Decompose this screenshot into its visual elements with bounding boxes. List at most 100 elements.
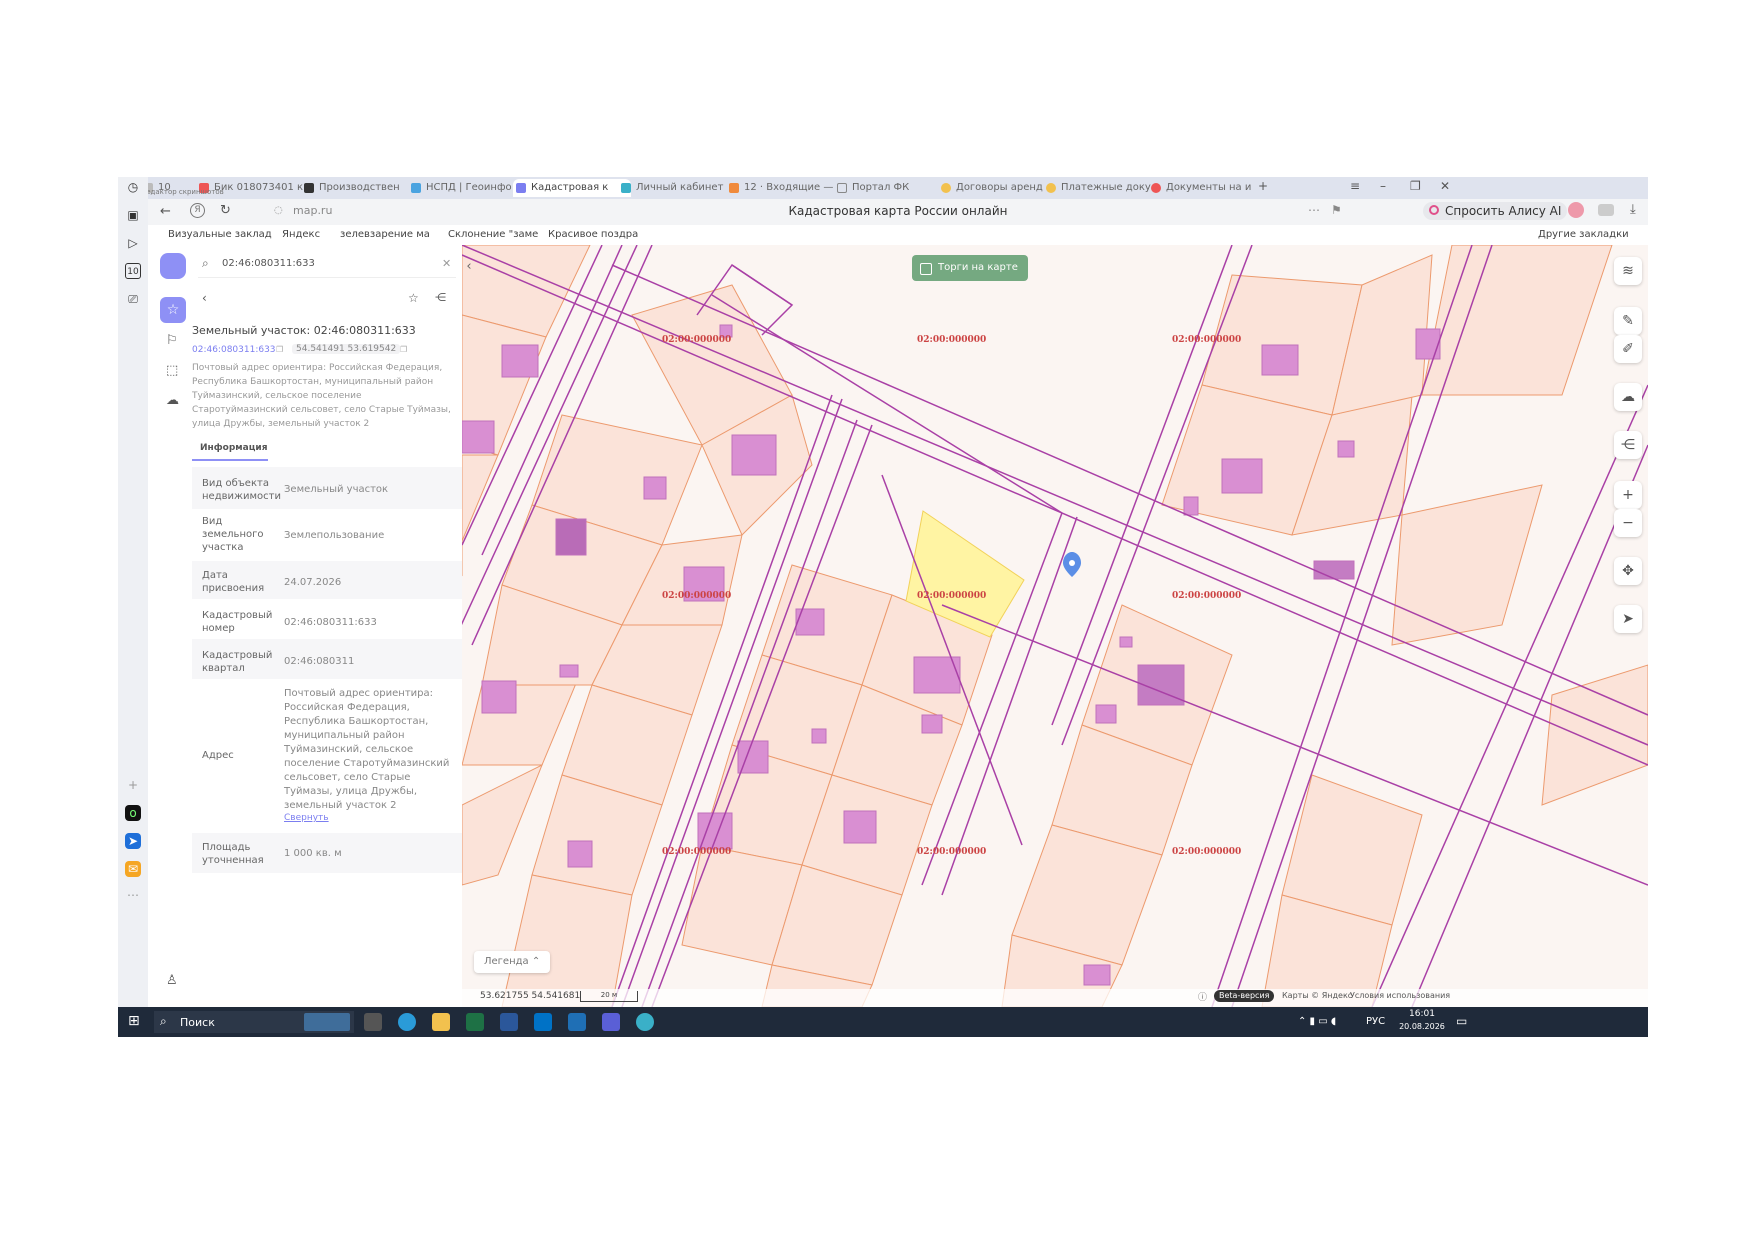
zoom-in-icon[interactable]: + bbox=[1614, 481, 1642, 509]
app-icon bbox=[304, 183, 314, 193]
share-icon[interactable]: ⋲ bbox=[1614, 431, 1642, 459]
layers-icon[interactable]: ≋ bbox=[1614, 257, 1642, 285]
tab-cadastral-map[interactable]: Кадастровая к bbox=[513, 179, 631, 197]
tab-label: Договоры аренд bbox=[956, 182, 1043, 193]
object-title: Земельный участок: 02:46:080311:633 bbox=[192, 324, 416, 337]
profile-icon[interactable] bbox=[1568, 202, 1584, 218]
user-icon[interactable]: ♙ bbox=[166, 973, 178, 988]
browser-tab-bar: 10 Бик 018073401 к Производствен НСПД | … bbox=[118, 177, 1648, 199]
cabinet-icon bbox=[621, 183, 631, 193]
tab-nspd[interactable]: НСПД | Геоинфо bbox=[408, 179, 526, 197]
tab-contracts[interactable]: Договоры аренд bbox=[938, 179, 1056, 197]
back-icon[interactable]: ‹ bbox=[202, 291, 207, 305]
collapse-panel-icon[interactable]: ‹ bbox=[462, 259, 476, 279]
tray-icons[interactable]: ⌃ ▮ ▭ ◖ bbox=[1298, 1016, 1336, 1027]
ruler-icon[interactable]: ✎ bbox=[1614, 307, 1642, 335]
search-input[interactable]: 02:46:080311:633 bbox=[222, 258, 315, 269]
clock-date[interactable]: 20.08.2026 bbox=[1396, 1022, 1448, 1031]
bookmark-visual[interactable]: Визуальные заклад bbox=[168, 229, 272, 240]
collapse-link[interactable]: Свернуть bbox=[284, 813, 329, 823]
clock-time[interactable]: 16:01 bbox=[1400, 1009, 1444, 1019]
minimize-icon[interactable]: – bbox=[1380, 179, 1386, 193]
zoom-out-icon[interactable]: − bbox=[1614, 509, 1642, 537]
language-indicator[interactable]: РУС bbox=[1366, 1016, 1385, 1027]
subtitle: Редактор скриншотов bbox=[142, 188, 224, 196]
locate-icon[interactable]: ➤ bbox=[1614, 605, 1642, 633]
map-icon bbox=[411, 183, 421, 193]
star-icon[interactable]: ☆ bbox=[408, 291, 419, 305]
tab-inbox[interactable]: 12 · Входящие — bbox=[726, 179, 844, 197]
tab-label: НСПД | Геоинфо bbox=[426, 182, 512, 193]
extension-icon[interactable] bbox=[1598, 204, 1614, 216]
download-icon[interactable]: ⤓ bbox=[1630, 202, 1636, 217]
tab-information[interactable]: Информация bbox=[200, 443, 268, 453]
cad-label: 02:00:000000 bbox=[662, 335, 732, 345]
word-icon[interactable] bbox=[500, 1013, 518, 1031]
messenger-icon[interactable]: ➤ bbox=[125, 833, 141, 849]
cad-number-link[interactable]: 02:46:080311:633 bbox=[192, 345, 276, 355]
new-tab-icon[interactable]: + bbox=[1258, 179, 1268, 193]
add-icon[interactable]: + bbox=[125, 777, 141, 793]
screenshot-icon[interactable]: ⎚ bbox=[125, 291, 141, 307]
notifications-icon[interactable]: ▭ bbox=[1456, 1014, 1467, 1028]
bookmark-4[interactable]: Красивое поздра bbox=[548, 229, 638, 240]
explorer-icon[interactable] bbox=[432, 1013, 450, 1031]
copy-icon[interactable]: ❐ bbox=[276, 345, 283, 354]
windows-start-icon[interactable]: ⊞ bbox=[128, 1013, 144, 1029]
calendar-icon[interactable]: 10 bbox=[125, 263, 141, 279]
restore-icon[interactable]: ❐ bbox=[1410, 179, 1421, 193]
menu-icon[interactable]: ≡ bbox=[1350, 179, 1360, 193]
favorites-icon[interactable]: ☆ bbox=[160, 297, 186, 323]
tab-documents[interactable]: Документы на и bbox=[1148, 179, 1266, 197]
tab-label: Портал ФК bbox=[852, 182, 910, 193]
tab-label: Производствен bbox=[319, 182, 400, 193]
cadastral-map[interactable]: 02:00:000000 02:00:000000 02:00:000000 0… bbox=[462, 245, 1648, 1007]
row-value: 24.07.2026 bbox=[284, 577, 342, 588]
edge-icon[interactable] bbox=[398, 1013, 416, 1031]
tab-payments[interactable]: Платежные доку bbox=[1043, 179, 1161, 197]
task-view-icon[interactable] bbox=[364, 1013, 382, 1031]
row-key: Дата присвоения bbox=[202, 570, 265, 594]
excel-icon[interactable] bbox=[466, 1013, 484, 1031]
mail-icon[interactable]: ✉ bbox=[125, 861, 141, 877]
yandex-browser-icon[interactable] bbox=[602, 1013, 620, 1031]
clear-icon[interactable]: ✕ bbox=[442, 257, 451, 270]
torgi-button[interactable]: Торги на карте bbox=[912, 255, 1028, 281]
search-icon: ⌕ bbox=[160, 1014, 167, 1028]
bookmark-3[interactable]: Склонение "заме bbox=[448, 229, 538, 240]
info-icon[interactable]: ⓘ bbox=[1198, 990, 1207, 1003]
cloud-icon[interactable]: ☁ bbox=[166, 393, 179, 408]
cloud-upload-icon[interactable]: ☁ bbox=[1614, 383, 1642, 411]
bookmark-icon[interactable]: ⚑ bbox=[1331, 203, 1342, 217]
history-icon[interactable]: ◷ bbox=[125, 179, 141, 195]
legend-button[interactable]: Легенда ⌃ bbox=[474, 951, 551, 973]
tabs-icon[interactable]: ▣ bbox=[125, 207, 141, 223]
logo-icon[interactable] bbox=[160, 253, 186, 279]
terms-link[interactable]: Условия использования bbox=[1350, 991, 1450, 1000]
move-icon[interactable]: ✥ bbox=[1614, 557, 1642, 585]
copy-icon[interactable]: ❐ bbox=[400, 345, 407, 354]
ask-alisa-button[interactable]: Спросить Алису AI bbox=[1423, 202, 1568, 220]
outlook-icon[interactable] bbox=[534, 1013, 552, 1031]
tab-cabinet[interactable]: Личный кабинет bbox=[618, 179, 736, 197]
copyright[interactable]: Карты © Яндекс bbox=[1282, 991, 1352, 1000]
screenshot-frame: 10 Бик 018073401 к Производствен НСПД | … bbox=[118, 177, 1648, 1037]
share-icon[interactable]: ⋲ bbox=[435, 291, 446, 304]
tab-portal-fk[interactable]: Портал ФК bbox=[834, 179, 952, 197]
edit-icon[interactable]: ✐ bbox=[1614, 335, 1642, 363]
more-icon[interactable]: ⋯ bbox=[125, 887, 141, 903]
app-icon[interactable] bbox=[636, 1013, 654, 1031]
play-icon[interactable]: ▷ bbox=[125, 235, 141, 251]
select-area-icon[interactable]: ⬚ bbox=[166, 363, 178, 378]
bookmark-yandex[interactable]: Яндекс bbox=[282, 229, 320, 240]
app-icon[interactable] bbox=[568, 1013, 586, 1031]
bookmark-2[interactable]: зелевзарение ма bbox=[340, 229, 430, 240]
close-window-icon[interactable]: ✕ bbox=[1440, 179, 1450, 193]
taskbar-search[interactable]: ⌕ Поиск bbox=[154, 1011, 354, 1033]
tab-production[interactable]: Производствен bbox=[301, 179, 419, 197]
flag-icon[interactable]: ⚐ bbox=[166, 333, 178, 348]
app-icon[interactable]: o bbox=[125, 805, 141, 821]
other-bookmarks[interactable]: Другие закладки bbox=[1538, 229, 1629, 240]
more-icon[interactable]: ⋯ bbox=[1308, 203, 1320, 217]
search-box[interactable]: ⌕ 02:46:080311:633 ✕ bbox=[198, 251, 456, 278]
